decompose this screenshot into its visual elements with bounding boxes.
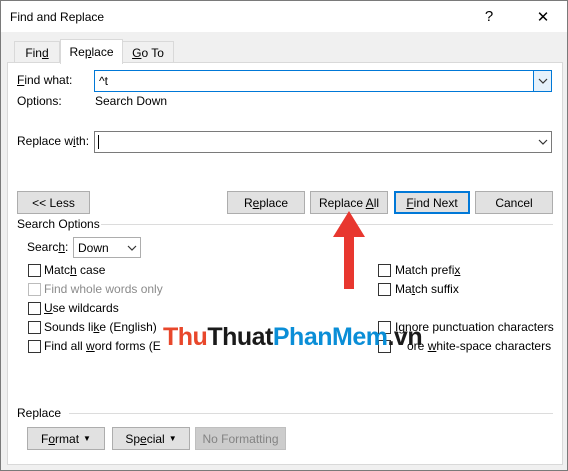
match-prefix-checkbox[interactable]: [378, 264, 391, 277]
replace-section-heading: Replace: [17, 406, 62, 420]
caret-down-icon: ▼: [83, 434, 91, 443]
watermark-logo: ThuThuatPhanMem.vn: [163, 323, 423, 351]
tab-go-to-label: Go To: [132, 45, 164, 60]
replace-with-combobox[interactable]: [94, 131, 552, 153]
search-direction-value: Down: [78, 241, 109, 255]
use-wildcards-checkbox[interactable]: [28, 302, 41, 315]
find-and-replace-dialog: Find and Replace ? ✕ Find Replace Go To …: [0, 0, 568, 471]
red-arrow-icon: [333, 211, 365, 289]
special-button[interactable]: Special ▼: [112, 427, 190, 450]
text-cursor: [98, 135, 99, 149]
format-button[interactable]: Format ▼: [27, 427, 105, 450]
find-next-button[interactable]: Find Next: [394, 191, 470, 214]
help-icon: ?: [484, 8, 494, 25]
close-icon: ✕: [536, 8, 550, 26]
search-direction-dropdown[interactable]: [122, 238, 140, 257]
match-suffix-label: Match suffix: [395, 282, 459, 296]
search-direction-label: Search:: [27, 240, 69, 254]
replace-panel: Find what: ^t Options: Search Down Repla…: [7, 62, 563, 465]
match-prefix-label: Match prefix: [395, 263, 461, 277]
tab-find-label: Find: [25, 45, 49, 60]
dialog-title: Find and Replace: [10, 10, 105, 24]
replace-section-divider: [69, 413, 553, 414]
search-options-heading: Search Options: [17, 217, 100, 231]
find-all-word-forms-label: Find all word forms (E: [44, 339, 161, 353]
tab-go-to[interactable]: Go To: [122, 41, 174, 63]
replace-button-label: Replace: [243, 195, 289, 210]
find-whole-words-label: Find whole words only: [44, 282, 163, 296]
match-case-label: Match case: [44, 263, 106, 277]
chevron-down-icon: [127, 245, 136, 251]
tab-replace[interactable]: Replace: [60, 39, 123, 64]
ignore-white-space-label: ore white-space characters: [407, 339, 552, 353]
options-label: Options:: [17, 94, 62, 108]
close-button[interactable]: ✕: [520, 1, 566, 32]
less-button[interactable]: << Less: [17, 191, 90, 214]
replace-with-dropdown-button[interactable]: [533, 132, 551, 152]
options-value: Search Down: [95, 94, 168, 108]
replace-all-button-label: Replace All: [318, 195, 380, 210]
find-what-dropdown-button[interactable]: [533, 70, 552, 92]
find-all-word-forms-checkbox[interactable]: [28, 340, 41, 353]
sounds-like-checkbox[interactable]: [28, 321, 41, 334]
cancel-button[interactable]: Cancel: [475, 191, 553, 214]
no-formatting-button-label: No Formatting: [202, 431, 279, 446]
sounds-like-label: Sounds like (English): [44, 320, 157, 334]
help-button[interactable]: ?: [466, 1, 512, 32]
use-wildcards-label: Use wildcards: [44, 301, 119, 315]
match-suffix-checkbox[interactable]: [378, 283, 391, 296]
special-button-label: Special: [125, 431, 165, 446]
find-whole-words-checkbox[interactable]: [28, 283, 41, 296]
match-case-checkbox[interactable]: [28, 264, 41, 277]
title-bar: Find and Replace ? ✕: [1, 1, 567, 32]
less-button-label: << Less: [32, 195, 75, 210]
tab-find[interactable]: Find: [14, 41, 60, 63]
chevron-down-icon: [538, 139, 547, 145]
find-next-button-label: Find Next: [406, 195, 458, 210]
find-what-label: Find what:: [17, 73, 73, 87]
find-what-combobox[interactable]: ^t: [94, 70, 552, 92]
search-options-divider: [101, 224, 553, 225]
format-button-label: Format: [41, 431, 80, 446]
find-what-value: ^t: [99, 74, 108, 88]
no-formatting-button[interactable]: No Formatting: [195, 427, 286, 450]
caret-down-icon: ▼: [168, 434, 177, 443]
replace-button[interactable]: Replace: [227, 191, 305, 214]
search-direction-select[interactable]: Down: [73, 237, 141, 258]
chevron-down-icon: [538, 78, 547, 84]
cancel-button-label: Cancel: [495, 195, 533, 210]
replace-with-label: Replace with:: [17, 134, 90, 148]
tab-replace-label: Replace: [69, 45, 114, 59]
